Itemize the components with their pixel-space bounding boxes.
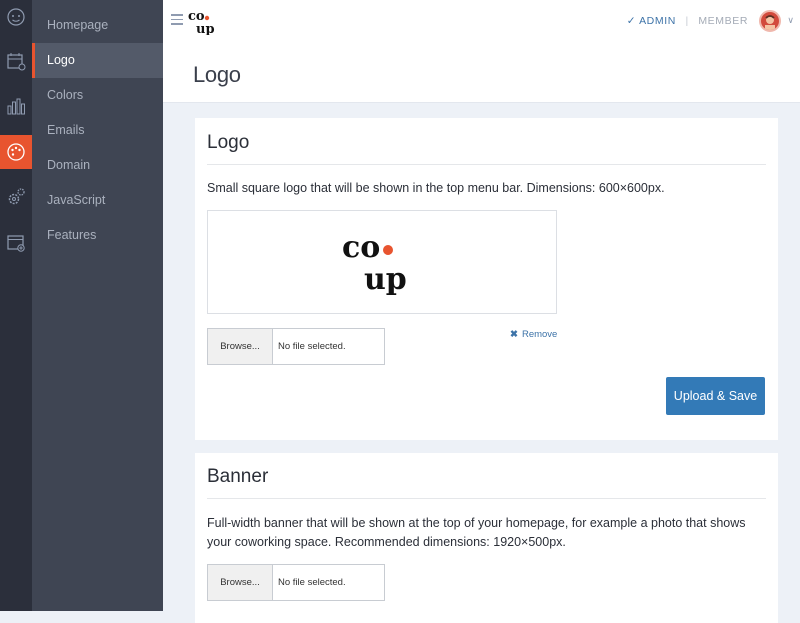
page-header: Logo xyxy=(163,44,800,103)
sidebar-item-features[interactable]: Features xyxy=(32,218,163,253)
banner-file-status: No file selected. xyxy=(278,577,346,588)
window-add-icon[interactable] xyxy=(0,226,32,260)
logo-browse-button[interactable]: Browse... xyxy=(208,329,273,364)
banner-file-input[interactable]: Browse... No file selected. xyxy=(207,564,385,601)
role-switcher: ✓ ADMIN | MEMBER xyxy=(627,15,748,27)
admin-role-link[interactable]: ADMIN xyxy=(639,15,676,27)
logo-file-status: No file selected. xyxy=(278,341,346,352)
sidebar-item-logo[interactable]: Logo xyxy=(32,43,163,78)
sidebar: Homepage Logo Colors Emails Domain JavaS… xyxy=(32,0,163,611)
banner-panel: Banner Full-width banner that will be sh… xyxy=(195,453,778,623)
logo-section-heading: Logo xyxy=(207,132,766,165)
palette-icon[interactable] xyxy=(0,135,32,169)
sidebar-item-emails[interactable]: Emails xyxy=(32,113,163,148)
avatar[interactable] xyxy=(759,10,781,32)
banner-section-heading: Banner xyxy=(207,466,766,499)
brand-logo[interactable]: co up xyxy=(188,9,226,40)
sidebar-item-colors[interactable]: Colors xyxy=(32,78,163,113)
upload-save-button[interactable]: Upload & Save xyxy=(666,377,765,415)
top-bar: co up ✓ ADMIN | MEMBER ∨ xyxy=(163,0,800,44)
close-icon: ✖ xyxy=(510,329,518,340)
logo-preview-image: co up xyxy=(342,230,407,297)
gears-icon[interactable] xyxy=(0,180,32,214)
page-title: Logo xyxy=(193,62,241,87)
role-divider: | xyxy=(685,15,689,27)
remove-logo-label: Remove xyxy=(521,329,558,340)
face-icon[interactable] xyxy=(0,0,32,34)
sidebar-item-domain[interactable]: Domain xyxy=(32,148,163,183)
brand-logo-line2: up xyxy=(196,22,215,35)
check-icon: ✓ xyxy=(626,15,637,27)
remove-logo-link[interactable]: ✖ Remove xyxy=(510,329,557,340)
sidebar-item-homepage[interactable]: Homepage xyxy=(32,8,163,43)
logo-preview: co up xyxy=(207,210,557,314)
logo-file-input[interactable]: Browse... No file selected. xyxy=(207,328,385,365)
calendar-icon[interactable] xyxy=(0,44,32,78)
icon-rail xyxy=(0,0,32,611)
hamburger-menu-icon[interactable] xyxy=(171,14,183,28)
banner-section-description: Full-width banner that will be shown at … xyxy=(207,516,746,549)
bar-chart-icon[interactable] xyxy=(0,89,32,123)
chevron-down-icon[interactable]: ∨ xyxy=(787,15,794,26)
banner-browse-button[interactable]: Browse... xyxy=(208,565,273,600)
member-role-link[interactable]: MEMBER xyxy=(698,15,748,27)
logo-preview-line2: up xyxy=(364,262,407,297)
sidebar-item-javascript[interactable]: JavaScript xyxy=(32,183,163,218)
logo-panel: Logo Small square logo that will be show… xyxy=(195,118,778,440)
logo-section-description: Small square logo that will be shown in … xyxy=(207,181,665,195)
logo-preview-line1: co xyxy=(342,230,380,265)
